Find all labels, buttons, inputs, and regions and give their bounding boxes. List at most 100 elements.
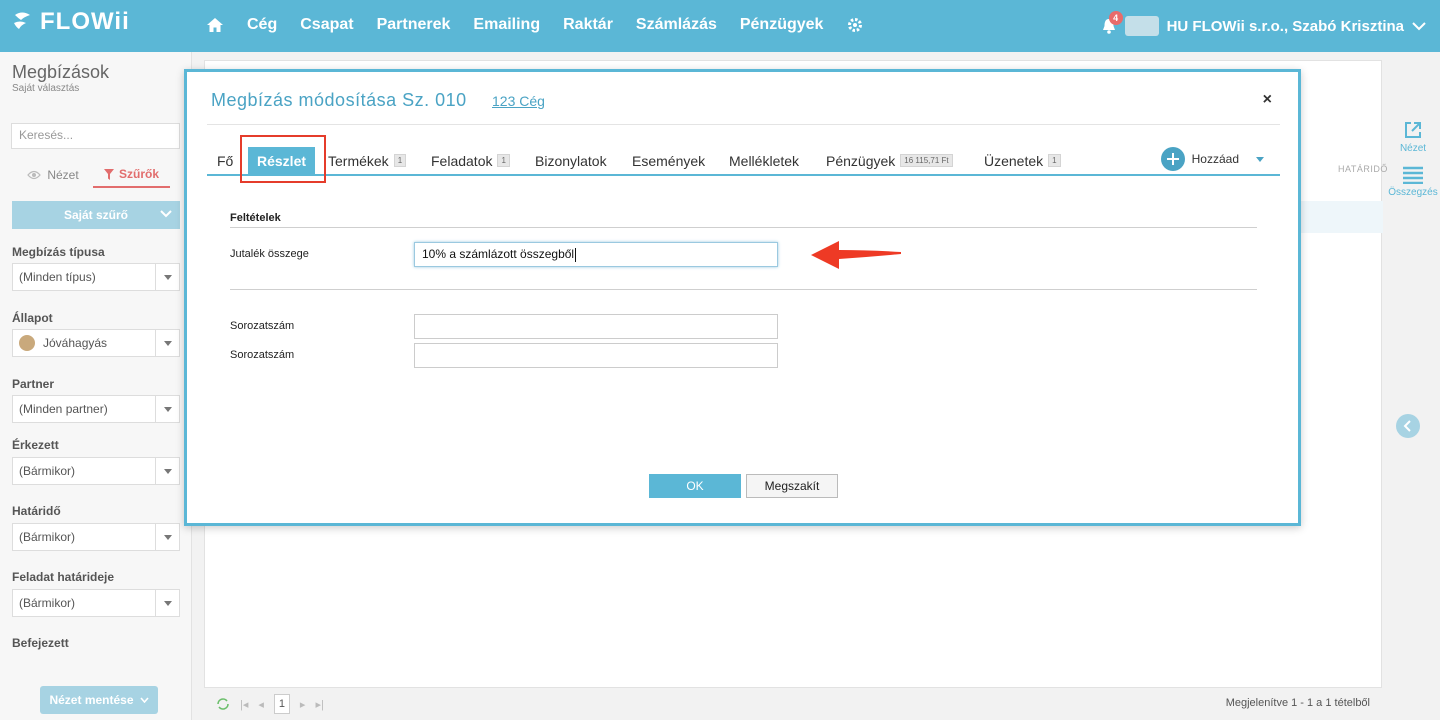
filter-select-value: Jóváhagyás (43, 336, 108, 350)
tab-label: Üzenetek (984, 152, 1044, 169)
home-icon[interactable] (206, 16, 224, 34)
notification-badge: 4 (1108, 11, 1123, 25)
edit-order-dialog: Megbízás módosítása Sz. 010 123 Cég × Fő… (184, 69, 1301, 526)
company-link[interactable]: 123 Cég (492, 93, 545, 109)
own-filter-button[interactable]: Saját szűrő (12, 201, 180, 229)
search-input[interactable]: Keresés... (11, 123, 180, 149)
tab-count-badge: 16 115,71 Ft (900, 154, 953, 167)
tab-mellekletek[interactable]: Mellékletek (729, 147, 799, 174)
bell-icon[interactable]: 4 (1101, 11, 1123, 35)
filter-label-deadline: Határidő (12, 504, 61, 518)
tab-fo[interactable]: Fő (217, 147, 233, 174)
commission-input-value: 10% a számlázott összegből (422, 247, 575, 261)
filter-select-task-deadline[interactable]: (Bármikor) (12, 589, 180, 617)
view-tab[interactable]: Nézet (18, 162, 88, 188)
tab-label: Események (632, 152, 706, 169)
summary-action[interactable]: Összegzés (1388, 166, 1438, 198)
tab-label: Pénzügyek (826, 152, 896, 169)
highlight-box (240, 135, 326, 183)
logo-text: FLOWii (40, 8, 130, 35)
chevron-down-icon (160, 210, 172, 218)
collapse-panel-button[interactable] (1396, 414, 1420, 438)
page-number[interactable]: 1 (273, 694, 290, 714)
text-cursor (575, 247, 577, 262)
serial-label-1: Sorozatszám (230, 320, 295, 332)
serial-input-1[interactable] (414, 314, 778, 339)
chevron-left-icon (1403, 420, 1411, 432)
filter-label-type: Megbízás típusa (12, 245, 105, 259)
filters-tab[interactable]: Szűrők (93, 162, 170, 188)
nav-item-penzugyek[interactable]: Pénzügyek (740, 16, 824, 34)
nav-item-partnerek[interactable]: Partnerek (377, 16, 451, 34)
filter-select-arrived[interactable]: (Bármikor) (12, 457, 180, 485)
view-tab-label: Nézet (47, 168, 79, 182)
tab-label: Fő (217, 152, 234, 169)
tab-feladatok[interactable]: Feladatok 1 (431, 147, 510, 174)
tab-count-badge: 1 (1048, 154, 1061, 167)
pager: |◂ ◂ 1 ▸ ▸| (216, 694, 324, 714)
next-page-icon[interactable]: ▸ (300, 698, 306, 711)
filter-label-state: Állapot (12, 311, 53, 325)
right-actions: Nézet Összegzés (1388, 120, 1438, 210)
left-filter-panel: Megbízások Saját választás Keresés... Né… (0, 52, 192, 720)
dialog-title: Megbízás módosítása Sz. 010 (211, 90, 467, 110)
view-action-label: Nézet (1399, 143, 1427, 154)
funnel-icon (103, 168, 114, 180)
filter-select-partner[interactable]: (Minden partner) (12, 395, 180, 423)
tab-termekek[interactable]: Termékek 1 (328, 147, 407, 174)
filter-label-completed: Befejezett (12, 636, 69, 650)
tab-bizonylatok[interactable]: Bizonylatok (535, 147, 607, 174)
dropdown-caret-icon[interactable] (155, 590, 179, 616)
filter-select-value: (Minden típus) (19, 270, 96, 284)
view-action[interactable]: Nézet (1390, 120, 1436, 154)
coffee-cup-icon (19, 335, 35, 351)
nav-item-szamlazas[interactable]: Számlázás (636, 16, 717, 34)
gear-icon[interactable] (846, 16, 864, 34)
nav-item-raktar[interactable]: Raktár (563, 16, 613, 34)
tab-label: Feladatok (431, 152, 493, 169)
last-page-icon[interactable]: ▸| (315, 698, 323, 711)
user-menu[interactable]: 4 HU FLOWii s.r.o., Szabó Krisztina (1101, 11, 1426, 36)
dropdown-caret-icon[interactable] (155, 458, 179, 484)
tab-esemenyek[interactable]: Események (632, 147, 705, 174)
top-nav-bar: FLOWii Cég Csapat Partnerek Emailing Rak… (0, 0, 1440, 52)
nav-item-csapat[interactable]: Csapat (300, 16, 353, 34)
serial-label-2: Sorozatszám (230, 349, 295, 361)
filter-label-task-deadline: Feladat határideje (12, 570, 115, 584)
user-name: HU FLOWii s.r.o., Szabó Krisztina (1166, 17, 1404, 35)
filter-select-state[interactable]: Jóváhagyás (12, 329, 180, 357)
app-logo[interactable]: FLOWii (12, 8, 130, 36)
filter-select-type[interactable]: (Minden típus) (12, 263, 180, 291)
prev-page-icon[interactable]: ◂ (258, 698, 264, 711)
section-title: Feltételek (230, 212, 281, 224)
dropdown-caret-icon[interactable] (155, 330, 179, 356)
close-icon[interactable]: × (1263, 91, 1272, 109)
nav-item-ceg[interactable]: Cég (247, 16, 277, 34)
divider (230, 227, 1257, 228)
commission-input[interactable]: 10% a számlázott összegből (414, 242, 778, 267)
tab-uzenetek[interactable]: Üzenetek 1 (984, 147, 1061, 174)
dropdown-caret-icon[interactable] (155, 396, 179, 422)
plus-circle-icon (1160, 147, 1185, 171)
ok-button[interactable]: OK (649, 474, 741, 498)
first-page-icon[interactable]: |◂ (240, 698, 248, 711)
nav-item-emailing[interactable]: Emailing (473, 16, 540, 34)
chevron-down-icon[interactable] (1256, 156, 1264, 162)
tab-label: Termékek (328, 152, 389, 169)
dropdown-caret-icon[interactable] (155, 524, 179, 550)
column-header-deadline[interactable]: HATÁRIDŐ (1338, 164, 1388, 174)
add-button[interactable]: Hozzáad (1160, 147, 1264, 171)
save-view-label: Nézet mentése (49, 693, 134, 707)
filter-select-deadline[interactable]: (Bármikor) (12, 523, 180, 551)
refresh-icon[interactable] (216, 697, 230, 711)
cancel-button[interactable]: Megszakít (746, 474, 838, 498)
serial-input-2[interactable] (414, 343, 778, 368)
flowii-logo-icon (12, 11, 34, 33)
dropdown-caret-icon[interactable] (155, 264, 179, 290)
tab-penzugyek[interactable]: Pénzügyek 16 115,71 Ft (826, 147, 953, 174)
save-view-button[interactable]: Nézet mentése (40, 686, 158, 714)
record-count-status: Megjelenítve 1 - 1 a 1 tételből (1225, 697, 1370, 709)
divider (230, 289, 1257, 290)
tab-label: Mellékletek (729, 152, 800, 169)
filter-select-value: (Minden partner) (19, 402, 108, 416)
